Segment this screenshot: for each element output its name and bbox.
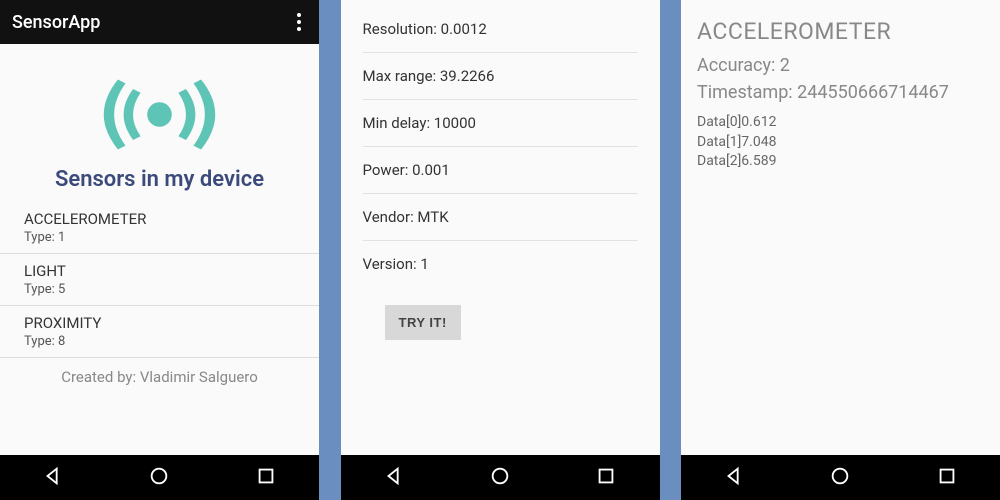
screen2-content: Resolution: 0.0012 Max range: 39.2266 Mi… — [341, 0, 660, 455]
data-0: Data[0]0.612 — [697, 113, 984, 133]
detail-vendor: Vendor: MTK — [363, 194, 638, 241]
screen-sensor-detail: Resolution: 0.0012 Max range: 39.2266 Mi… — [341, 0, 660, 500]
list-item[interactable]: LIGHT Type: 5 — [0, 254, 319, 306]
nav-home-icon[interactable] — [469, 459, 531, 497]
sensor-type: Type: 5 — [24, 282, 303, 297]
screen-sensor-list: SensorApp Sensors in my device — [0, 0, 319, 500]
data-2: Data[2]6.589 — [697, 152, 984, 172]
data-1: Data[1]7.048 — [697, 133, 984, 153]
sensor-type: Type: 1 — [24, 230, 303, 245]
sensor-name: PROXIMITY — [24, 314, 303, 332]
detail-resolution: Resolution: 0.0012 — [363, 6, 638, 53]
detail-power: Power: 0.001 — [363, 147, 638, 194]
detail-version: Version: 1 — [363, 241, 638, 287]
overflow-menu-icon[interactable] — [291, 7, 307, 37]
detail-min-delay: Min delay: 10000 — [363, 100, 638, 147]
nav-recents-icon[interactable] — [916, 459, 978, 497]
hero: Sensors in my device — [0, 44, 319, 202]
detail-max-range: Max range: 39.2266 — [363, 53, 638, 100]
android-nav-bar — [0, 455, 319, 500]
try-it-button[interactable]: TRY IT! — [385, 305, 461, 340]
app-bar: SensorApp — [0, 0, 319, 44]
nav-recents-icon[interactable] — [575, 459, 637, 497]
nav-home-icon[interactable] — [809, 459, 871, 497]
screen1-content: Sensors in my device ACCELEROMETER Type:… — [0, 44, 319, 455]
nav-back-icon[interactable] — [703, 459, 765, 497]
nav-recents-icon[interactable] — [235, 459, 297, 497]
page-title: Sensors in my device — [0, 167, 319, 192]
android-nav-bar — [341, 455, 660, 500]
sensor-type: Type: 8 — [24, 334, 303, 349]
app-title: SensorApp — [12, 12, 100, 33]
sensor-list: ACCELEROMETER Type: 1 LIGHT Type: 5 PROX… — [0, 202, 319, 358]
nav-home-icon[interactable] — [128, 459, 190, 497]
screen-sensor-readings: ACCELEROMETER Accuracy: 2 Timestamp: 244… — [681, 0, 1000, 500]
sensor-name: LIGHT — [24, 262, 303, 280]
list-item[interactable]: ACCELEROMETER Type: 1 — [0, 202, 319, 254]
sensor-name: ACCELEROMETER — [24, 210, 303, 228]
nav-back-icon[interactable] — [22, 459, 84, 497]
reading-sensor-name: ACCELEROMETER — [697, 18, 984, 45]
screen3-content: ACCELEROMETER Accuracy: 2 Timestamp: 244… — [681, 0, 1000, 455]
credit-text: Created by: Vladimir Salguero — [0, 358, 319, 396]
broadcast-icon — [0, 72, 319, 161]
reading-accuracy: Accuracy: 2 — [697, 55, 984, 76]
list-item[interactable]: PROXIMITY Type: 8 — [0, 306, 319, 358]
reading-data: Data[0]0.612 Data[1]7.048 Data[2]6.589 — [697, 113, 984, 172]
nav-back-icon[interactable] — [363, 459, 425, 497]
android-nav-bar — [681, 455, 1000, 500]
reading-timestamp: Timestamp: 244550666714467 — [697, 82, 984, 103]
